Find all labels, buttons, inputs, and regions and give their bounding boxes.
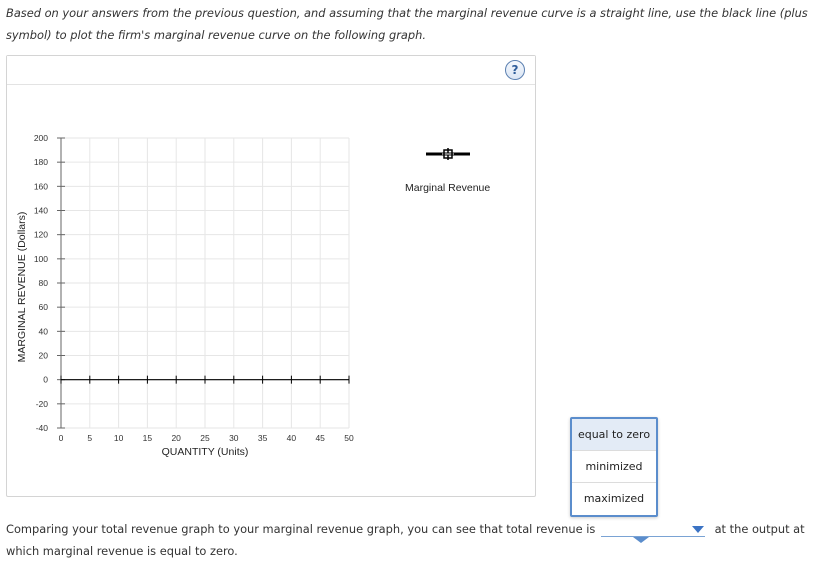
y-tick-label: 40 <box>39 326 49 336</box>
y-tick-label: 180 <box>34 157 48 167</box>
series-layer[interactable] <box>60 375 350 384</box>
dropdown-option-minimized[interactable]: minimized <box>572 451 656 483</box>
x-axis-label: QUANTITY (Units) <box>162 446 249 458</box>
y-tick-label: 60 <box>39 302 49 312</box>
y-tick-label: 200 <box>34 133 48 143</box>
chart-grid <box>61 137 350 429</box>
dropdown-option-equal-to-zero[interactable]: equal to zero <box>572 419 656 451</box>
marginal-revenue-chart[interactable]: 200180160140120100806040200-20-40 0 5 10 15… <box>7 56 535 496</box>
graph-panel: ? 200 180 160 140 120 100 80 60 40 20 0 -20 -40 0 5 10… <box>6 55 536 497</box>
x-tick-label: 20 <box>171 433 181 443</box>
question-before: Comparing your total revenue graph to yo… <box>6 522 596 536</box>
y-tick-label: 140 <box>34 206 48 216</box>
x-tick-label: 40 <box>287 433 297 443</box>
x-tick-label: 0 <box>59 433 64 443</box>
x-tick-labels: 0 5 10 15 20 25 30 35 40 45 50 <box>59 433 354 443</box>
x-tick-label: 35 <box>258 433 268 443</box>
question-text: Comparing your total revenue graph to yo… <box>6 518 821 562</box>
y-tick-label: 160 <box>34 181 48 191</box>
y-tick-label: -20 <box>36 399 49 409</box>
y-tick-label: 120 <box>34 230 48 240</box>
answer-select[interactable] <box>600 522 705 543</box>
chart-axes <box>57 137 65 429</box>
y-tick-labels: 200180160140120100806040200-20-40 <box>34 133 48 433</box>
y-tick-label: 0 <box>43 375 48 385</box>
x-tick-label: 50 <box>344 433 354 443</box>
y-tick-label: 100 <box>34 254 48 264</box>
x-tick-label: 30 <box>229 433 239 443</box>
dropdown-list[interactable]: equal to zero minimized maximized <box>570 417 658 517</box>
y-tick-label: -40 <box>36 423 49 433</box>
y-tick-label: 20 <box>39 351 49 361</box>
select-notch-icon <box>632 537 649 543</box>
x-tick-label: 5 <box>87 433 92 443</box>
x-tick-label: 45 <box>315 433 325 443</box>
plus-line-icon[interactable] <box>426 148 470 160</box>
dropdown-option-maximized[interactable]: maximized <box>572 483 656 514</box>
x-tick-label: 25 <box>200 433 210 443</box>
legend-label: Marginal Revenue <box>405 182 491 194</box>
x-tick-label: 15 <box>143 433 153 443</box>
y-tick-label: 80 <box>39 278 49 288</box>
chevron-down-icon[interactable] <box>691 526 704 533</box>
y-axis-label: MARGINAL REVENUE (Dollars) <box>16 212 28 363</box>
x-tick-label: 10 <box>114 433 124 443</box>
instructions-text: Based on your answers from the previous … <box>6 6 808 42</box>
